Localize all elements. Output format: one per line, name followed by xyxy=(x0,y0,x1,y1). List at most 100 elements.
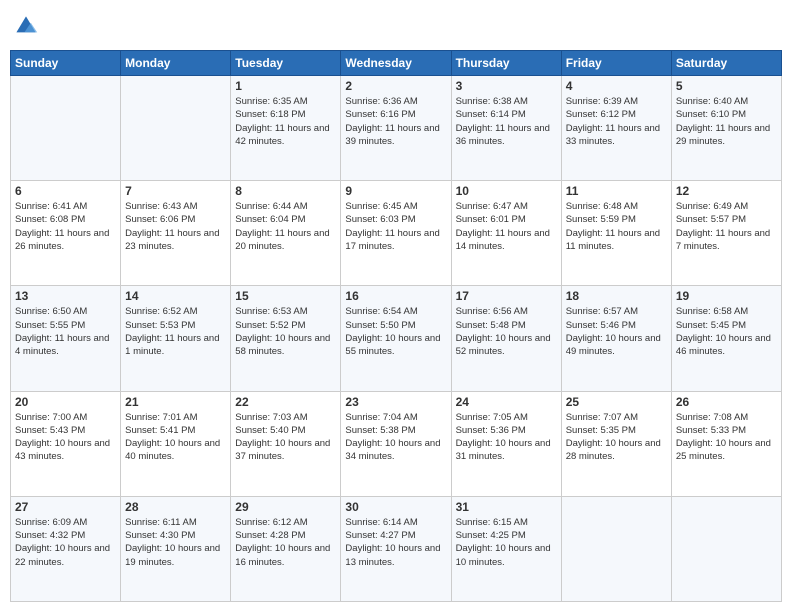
calendar-cell: 18 Sunrise: 6:57 AMSunset: 5:46 PMDayligh… xyxy=(561,286,671,391)
cell-info: Sunrise: 6:41 AMSunset: 6:08 PMDaylight:… xyxy=(15,200,116,253)
cell-info: Sunrise: 6:39 AMSunset: 6:12 PMDaylight:… xyxy=(566,95,667,148)
calendar-cell: 20 Sunrise: 7:00 AMSunset: 5:43 PMDayligh… xyxy=(11,391,121,496)
cell-info: Sunrise: 7:05 AMSunset: 5:36 PMDaylight:… xyxy=(456,411,557,464)
cell-day-number: 25 xyxy=(566,395,667,409)
cell-info: Sunrise: 6:50 AMSunset: 5:55 PMDaylight:… xyxy=(15,305,116,358)
calendar-cell: 10 Sunrise: 6:47 AMSunset: 6:01 PMDayligh… xyxy=(451,181,561,286)
cell-day-number: 4 xyxy=(566,79,667,93)
calendar-cell: 24 Sunrise: 7:05 AMSunset: 5:36 PMDayligh… xyxy=(451,391,561,496)
calendar-week-row: 13 Sunrise: 6:50 AMSunset: 5:55 PMDayligh… xyxy=(11,286,782,391)
calendar-cell: 11 Sunrise: 6:48 AMSunset: 5:59 PMDayligh… xyxy=(561,181,671,286)
cell-info: Sunrise: 7:01 AMSunset: 5:41 PMDaylight:… xyxy=(125,411,226,464)
calendar-cell: 4 Sunrise: 6:39 AMSunset: 6:12 PMDaylight… xyxy=(561,76,671,181)
cell-info: Sunrise: 7:03 AMSunset: 5:40 PMDaylight:… xyxy=(235,411,336,464)
cell-info: Sunrise: 6:54 AMSunset: 5:50 PMDaylight:… xyxy=(345,305,446,358)
cell-info: Sunrise: 6:36 AMSunset: 6:16 PMDaylight:… xyxy=(345,95,446,148)
cell-day-number: 21 xyxy=(125,395,226,409)
logo xyxy=(10,10,46,42)
calendar-cell: 8 Sunrise: 6:44 AMSunset: 6:04 PMDaylight… xyxy=(231,181,341,286)
cell-day-number: 1 xyxy=(235,79,336,93)
calendar-cell: 27 Sunrise: 6:09 AMSunset: 4:32 PMDayligh… xyxy=(11,496,121,601)
cell-day-number: 17 xyxy=(456,289,557,303)
calendar-table: SundayMondayTuesdayWednesdayThursdayFrid… xyxy=(10,50,782,602)
cell-day-number: 22 xyxy=(235,395,336,409)
cell-day-number: 16 xyxy=(345,289,446,303)
calendar-cell: 12Sunrise: 6:49 AMSunset: 5:57 PMDayligh… xyxy=(671,181,781,286)
calendar-cell: 29Sunrise: 6:12 AMSunset: 4:28 PMDayligh… xyxy=(231,496,341,601)
calendar-week-row: 27 Sunrise: 6:09 AMSunset: 4:32 PMDayligh… xyxy=(11,496,782,601)
calendar-cell: 16 Sunrise: 6:54 AMSunset: 5:50 PMDayligh… xyxy=(341,286,451,391)
calendar-cell: 15Sunrise: 6:53 AMSunset: 5:52 PMDayligh… xyxy=(231,286,341,391)
cell-day-number: 20 xyxy=(15,395,116,409)
cell-day-number: 10 xyxy=(456,184,557,198)
calendar-cell: 17 Sunrise: 6:56 AMSunset: 5:48 PMDayligh… xyxy=(451,286,561,391)
cell-day-number: 18 xyxy=(566,289,667,303)
cell-info: Sunrise: 6:43 AMSunset: 6:06 PMDaylight:… xyxy=(125,200,226,253)
weekday-header-sunday: Sunday xyxy=(11,51,121,76)
cell-info: Sunrise: 6:09 AMSunset: 4:32 PMDaylight:… xyxy=(15,516,116,569)
cell-day-number: 14 xyxy=(125,289,226,303)
calendar-cell: 14 Sunrise: 6:52 AMSunset: 5:53 PMDayligh… xyxy=(121,286,231,391)
calendar-cell: 19Sunrise: 6:58 AMSunset: 5:45 PMDayligh… xyxy=(671,286,781,391)
cell-day-number: 30 xyxy=(345,500,446,514)
calendar-cell: 7 Sunrise: 6:43 AMSunset: 6:06 PMDaylight… xyxy=(121,181,231,286)
calendar-cell: 9 Sunrise: 6:45 AMSunset: 6:03 PMDaylight… xyxy=(341,181,451,286)
cell-info: Sunrise: 6:53 AMSunset: 5:52 PMDaylight:… xyxy=(235,305,336,358)
cell-info: Sunrise: 6:44 AMSunset: 6:04 PMDaylight:… xyxy=(235,200,336,253)
weekday-header-monday: Monday xyxy=(121,51,231,76)
weekday-header-saturday: Saturday xyxy=(671,51,781,76)
logo-icon xyxy=(10,10,42,42)
cell-info: Sunrise: 6:12 AMSunset: 4:28 PMDaylight:… xyxy=(235,516,336,569)
cell-day-number: 23 xyxy=(345,395,446,409)
calendar-cell: 22 Sunrise: 7:03 AMSunset: 5:40 PMDayligh… xyxy=(231,391,341,496)
calendar-week-row: 20 Sunrise: 7:00 AMSunset: 5:43 PMDayligh… xyxy=(11,391,782,496)
cell-info: Sunrise: 7:00 AMSunset: 5:43 PMDaylight:… xyxy=(15,411,116,464)
cell-day-number: 26 xyxy=(676,395,777,409)
cell-info: Sunrise: 6:47 AMSunset: 6:01 PMDaylight:… xyxy=(456,200,557,253)
weekday-header-row: SundayMondayTuesdayWednesdayThursdayFrid… xyxy=(11,51,782,76)
calendar-cell: 21 Sunrise: 7:01 AMSunset: 5:41 PMDayligh… xyxy=(121,391,231,496)
weekday-header-friday: Friday xyxy=(561,51,671,76)
calendar-cell: 13 Sunrise: 6:50 AMSunset: 5:55 PMDayligh… xyxy=(11,286,121,391)
cell-info: Sunrise: 7:08 AMSunset: 5:33 PMDaylight:… xyxy=(676,411,777,464)
cell-day-number: 24 xyxy=(456,395,557,409)
cell-info: Sunrise: 6:35 AMSunset: 6:18 PMDaylight:… xyxy=(235,95,336,148)
cell-day-number: 11 xyxy=(566,184,667,198)
cell-info: Sunrise: 6:48 AMSunset: 5:59 PMDaylight:… xyxy=(566,200,667,253)
cell-day-number: 7 xyxy=(125,184,226,198)
cell-day-number: 3 xyxy=(456,79,557,93)
cell-day-number: 12 xyxy=(676,184,777,198)
calendar-cell: 2 Sunrise: 6:36 AMSunset: 6:16 PMDaylight… xyxy=(341,76,451,181)
cell-day-number: 2 xyxy=(345,79,446,93)
cell-info: Sunrise: 6:56 AMSunset: 5:48 PMDaylight:… xyxy=(456,305,557,358)
cell-day-number: 13 xyxy=(15,289,116,303)
calendar-cell xyxy=(561,496,671,601)
calendar-cell: 3 Sunrise: 6:38 AMSunset: 6:14 PMDaylight… xyxy=(451,76,561,181)
page-container: SundayMondayTuesdayWednesdayThursdayFrid… xyxy=(0,0,792,612)
cell-day-number: 31 xyxy=(456,500,557,514)
cell-info: Sunrise: 6:38 AMSunset: 6:14 PMDaylight:… xyxy=(456,95,557,148)
calendar-cell: 31Sunrise: 6:15 AMSunset: 4:25 PMDayligh… xyxy=(451,496,561,601)
calendar-cell: 1 Sunrise: 6:35 AMSunset: 6:18 PMDaylight… xyxy=(231,76,341,181)
weekday-header-tuesday: Tuesday xyxy=(231,51,341,76)
cell-day-number: 28 xyxy=(125,500,226,514)
cell-day-number: 9 xyxy=(345,184,446,198)
cell-info: Sunrise: 6:45 AMSunset: 6:03 PMDaylight:… xyxy=(345,200,446,253)
calendar-cell: 30Sunrise: 6:14 AMSunset: 4:27 PMDayligh… xyxy=(341,496,451,601)
cell-info: Sunrise: 6:57 AMSunset: 5:46 PMDaylight:… xyxy=(566,305,667,358)
calendar-cell: 5Sunrise: 6:40 AMSunset: 6:10 PMDaylight… xyxy=(671,76,781,181)
calendar-week-row: 6 Sunrise: 6:41 AMSunset: 6:08 PMDaylight… xyxy=(11,181,782,286)
header xyxy=(10,10,782,42)
cell-day-number: 6 xyxy=(15,184,116,198)
calendar-week-row: 1 Sunrise: 6:35 AMSunset: 6:18 PMDaylight… xyxy=(11,76,782,181)
cell-info: Sunrise: 6:52 AMSunset: 5:53 PMDaylight:… xyxy=(125,305,226,358)
calendar-cell: 26 Sunrise: 7:08 AMSunset: 5:33 PMDayligh… xyxy=(671,391,781,496)
cell-day-number: 27 xyxy=(15,500,116,514)
cell-day-number: 19 xyxy=(676,289,777,303)
calendar-cell: 25 Sunrise: 7:07 AMSunset: 5:35 PMDayligh… xyxy=(561,391,671,496)
cell-day-number: 8 xyxy=(235,184,336,198)
calendar-cell xyxy=(11,76,121,181)
weekday-header-wednesday: Wednesday xyxy=(341,51,451,76)
weekday-header-thursday: Thursday xyxy=(451,51,561,76)
cell-info: Sunrise: 7:07 AMSunset: 5:35 PMDaylight:… xyxy=(566,411,667,464)
